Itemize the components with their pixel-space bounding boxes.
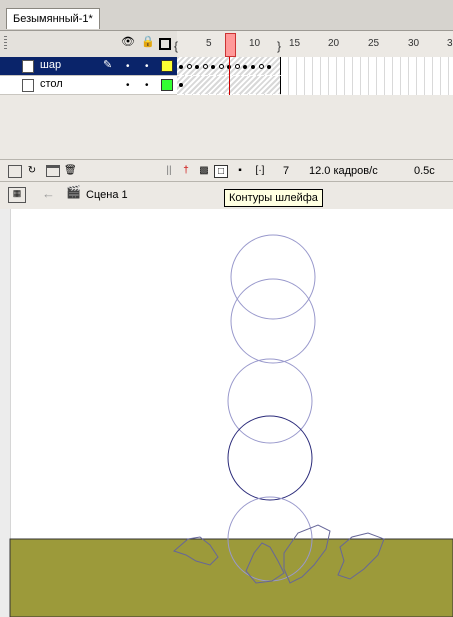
keyframe[interactable] [259,64,264,69]
playhead[interactable] [225,33,236,57]
edit-multiple-frames-icon[interactable]: ▪ [234,165,246,176]
ruler-label: 15 [289,38,301,49]
scene-icon: 🎬 [66,185,81,199]
frames-empty-area [177,95,453,159]
keyframe[interactable] [179,83,183,87]
insert-folder-icon[interactable] [46,165,60,177]
onion-ball [230,278,316,364]
trash-icon[interactable]: 🗑 [64,165,77,176]
lock-dot[interactable]: • [145,61,149,72]
document-tab[interactable]: Безымянный-1* [6,8,100,29]
visibility-dot[interactable]: • [126,61,130,72]
layer-row-stol[interactable]: стол • • [0,76,177,95]
scroll-separator-icon: || [166,165,172,176]
lock-dot[interactable]: • [145,80,149,91]
keyframe[interactable] [179,65,183,69]
insert-layer-icon[interactable] [8,165,22,178]
layer-color-box[interactable] [161,79,173,91]
timeline-toolbar: ↻ 🗑 || † ▩ □ ▪ [·] 7 12.0 кадров/с 0.5с [0,159,453,182]
layer-row-shar[interactable]: шар ✎ • • [0,57,177,76]
motion-guide-icon[interactable]: ↻ [26,165,38,176]
onion-ball [230,234,316,320]
layer-name[interactable]: шар [40,59,61,71]
stage[interactable] [0,209,453,617]
keyframe[interactable] [251,65,255,69]
keyframe[interactable] [187,64,192,69]
keyframe[interactable] [219,64,224,69]
eye-icon[interactable]: 👁 [121,36,135,48]
keyframe[interactable] [195,65,199,69]
lock-icon[interactable]: 🔒 [141,36,155,48]
frame-grid[interactable] [177,57,453,95]
outline-icon[interactable] [159,38,171,50]
keyframe[interactable] [203,64,208,69]
pencil-icon: ✎ [103,59,113,71]
timeline-panel: 👁 🔒 { } 5 10 15 20 25 30 3 шар ✎ • • сто… [0,31,453,182]
ruler-label: 10 [249,38,261,49]
onion-end-marker-icon[interactable]: } [277,39,281,53]
panel-grip-icon[interactable] [4,36,7,50]
ruler-label: 3 [447,38,453,49]
keyframe[interactable] [211,65,215,69]
tooltip: Контуры шлейфа [224,189,323,207]
back-arrow-icon[interactable]: ← [42,187,55,200]
onion-ball [227,358,313,444]
timeline-toggle-icon[interactable]: ▦ [8,187,26,203]
ruler-label: 20 [328,38,340,49]
document-tab-bar: Безымянный-1* [0,0,453,31]
ruler-label: 30 [408,38,420,49]
keyframe[interactable] [235,64,240,69]
onion-outlines-icon[interactable]: □ [214,165,228,178]
keyframe[interactable] [243,65,247,69]
current-ball[interactable] [227,415,313,501]
table-shape[interactable] [9,538,453,617]
layer-list-empty-area [0,95,177,159]
elapsed-time: 0.5с [414,165,435,177]
ruler-label: 25 [368,38,380,49]
stage-canvas[interactable] [0,209,453,617]
scene-label[interactable]: Сцена 1 [86,189,128,201]
visibility-dot[interactable]: • [126,80,130,91]
modify-markers-icon[interactable]: [·] [254,165,266,176]
timeline-ruler[interactable]: { } 5 10 15 20 25 30 3 [174,31,453,58]
ruler-label: 5 [206,38,212,49]
onion-start-marker-icon[interactable]: { [174,39,178,53]
layer-header: 👁 🔒 [0,31,177,57]
current-frame: 7 [283,165,290,177]
layer-icon [22,79,34,92]
layer-icon [22,60,34,73]
center-frame-icon[interactable]: † [180,165,192,176]
layer-name[interactable]: стол [40,78,63,90]
keyframe[interactable] [267,65,271,69]
layer-color-box[interactable] [161,60,173,72]
onion-skin-icon[interactable]: ▩ [198,165,210,176]
frame-rate[interactable]: 12.0 кадров/с [309,165,378,177]
